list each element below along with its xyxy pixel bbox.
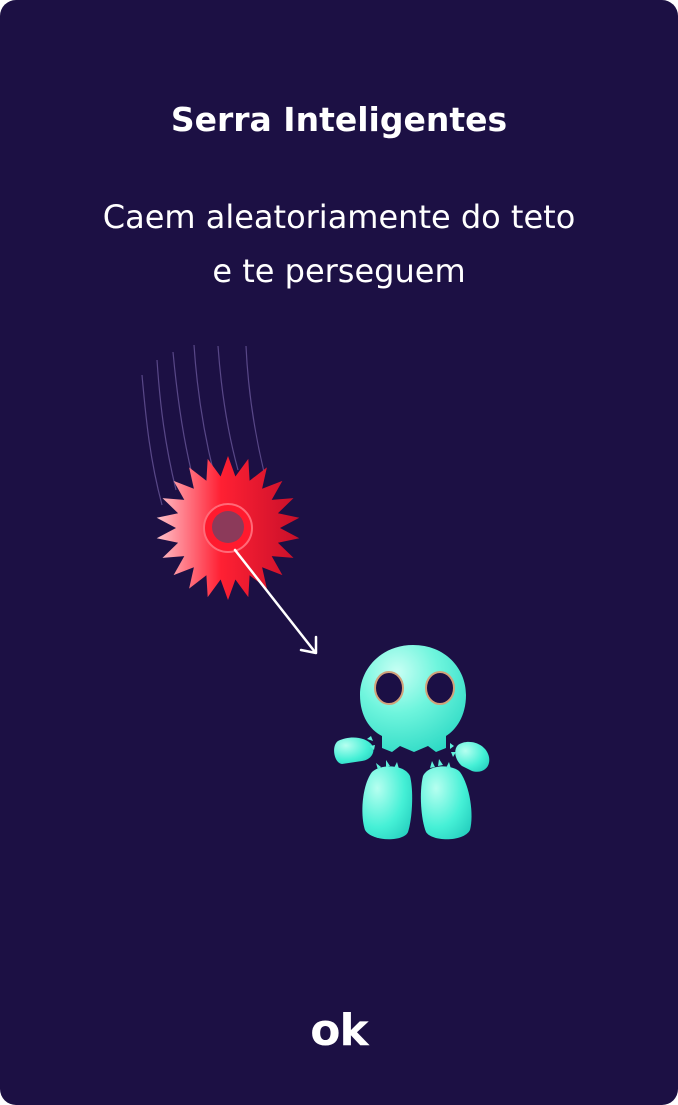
tutorial-card: Serra Inteligentes Caem aleatoriamente d… [0, 0, 678, 1105]
saw-blade-icon [156, 456, 300, 600]
ghost-creature-icon [334, 645, 490, 840]
ok-button[interactable]: ok [289, 1000, 389, 1060]
illustration [141, 344, 490, 840]
